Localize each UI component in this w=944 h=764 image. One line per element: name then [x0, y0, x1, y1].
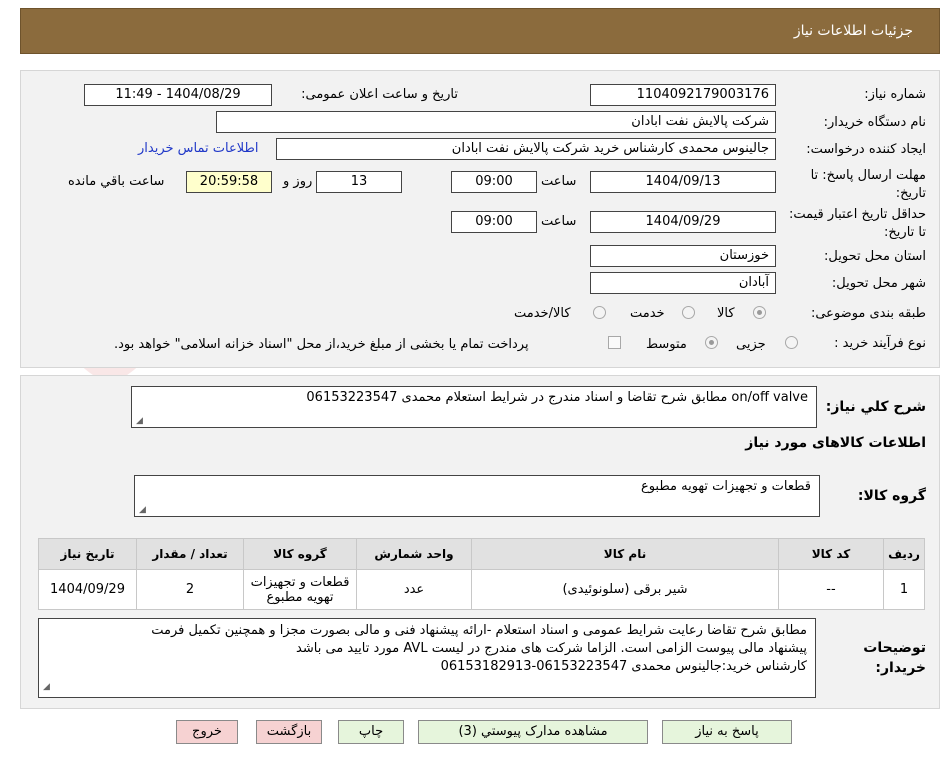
payment-checkbox[interactable]: [608, 336, 621, 349]
validity-time-field: 09:00: [451, 211, 537, 233]
summary-label: شرح کلي نیاز:: [825, 399, 926, 415]
col-header-row: ردیف: [883, 538, 925, 570]
remaining-time-field: 20:59:58: [186, 171, 272, 193]
validity-label: حداقل تاریخ اعتبار قیمت: تا تاریخ:: [788, 207, 926, 240]
validity-time-label: ساعت: [541, 214, 577, 229]
reply-button[interactable]: پاسخ به نیاز: [662, 720, 792, 744]
payment-note: پرداخت تمام یا بخشی از مبلغ خرید،از محل …: [114, 337, 529, 352]
cell-quantity: 2: [136, 569, 244, 610]
announce-label: تاریخ و ساعت اعلان عمومی:: [301, 87, 458, 102]
buyer-notes-label: توضیحات خریدار:: [863, 640, 926, 676]
buyer-notes-line: کارشناس خرید:جالینوس محمدی 06153223547-0…: [440, 659, 807, 674]
category-radio-goods-service[interactable]: [593, 306, 606, 319]
buyer-contact-link[interactable]: اطلاعات تماس خریدار: [138, 141, 258, 156]
cell-code: --: [778, 569, 884, 610]
resize-grip-icon[interactable]: ◢: [139, 505, 146, 515]
deadline-time-label: ساعت: [541, 174, 577, 189]
exit-button[interactable]: خروج: [176, 720, 238, 744]
buyer-org-label: نام دستگاه خریدار:: [823, 115, 926, 130]
print-button[interactable]: چاپ: [338, 720, 404, 744]
col-header-group: گروه کالا: [243, 538, 357, 570]
buyer-notes-line: مطابق شرح تقاضا رعایت شرایط عمومی و اسنا…: [151, 623, 807, 638]
goods-table-header: ردیف کد کالا نام کالا واحد شمارش گروه کا…: [38, 538, 925, 570]
buyer-notes-textarea: مطابق شرح تقاضا رعایت شرایط عمومی و اسنا…: [38, 618, 816, 698]
deadline-label: مهلت ارسال پاسخ: تا تاریخ:: [810, 168, 926, 201]
remaining-label: ساعت باقي مانده: [68, 174, 165, 189]
table-row: 1 -- شیر برقی (سلونوئیدی) عدد قطعات و تج…: [38, 569, 925, 610]
page-title: جزئیات اطلاعات نیاز: [793, 23, 913, 39]
cell-date: 1404/09/29: [38, 569, 137, 610]
cell-group: قطعات و تجهیزات تهویه مطبوع: [243, 569, 357, 610]
resize-grip-icon[interactable]: ◢: [43, 678, 50, 696]
goods-info-title: اطلاعات کالاهای مورد نیاز: [745, 435, 926, 451]
days-field: 13: [316, 171, 402, 193]
category-option-service: خدمت: [630, 306, 665, 321]
category-label: طبقه بندی موضوعی:: [810, 306, 926, 321]
col-header-quantity: تعداد / مقدار: [136, 538, 244, 570]
summary-text: on/off valve مطابق شرح تقاضا و اسناد مند…: [306, 390, 808, 405]
buyer-org-field: شرکت پالایش نفت ابادان: [216, 111, 776, 133]
goods-group-text: قطعات و تجهیزات تهویه مطبوع: [640, 479, 811, 494]
goods-table: ردیف کد کالا نام کالا واحد شمارش گروه کا…: [38, 538, 925, 610]
category-option-goods-service: کالا/خدمت: [514, 306, 571, 321]
deadline-time-field: 09:00: [451, 171, 537, 193]
process-option-minor: جزیی: [736, 337, 766, 352]
category-option-goods: کالا: [717, 306, 735, 321]
goods-group-label: گروه کالا:: [857, 488, 926, 504]
page-header: جزئیات اطلاعات نیاز: [20, 8, 940, 54]
goods-group-textarea: قطعات و تجهیزات تهویه مطبوع ◢: [134, 475, 820, 517]
back-button[interactable]: بازگشت: [256, 720, 322, 744]
process-option-medium: متوسط: [646, 337, 687, 352]
city-label: شهر محل تحویل:: [831, 276, 926, 291]
goods-table-wrapper: ردیف کد کالا نام کالا واحد شمارش گروه کا…: [38, 538, 925, 610]
cell-name: شیر برقی (سلونوئیدی): [471, 569, 779, 610]
col-header-date: تاریخ نیاز: [38, 538, 137, 570]
category-radio-goods[interactable]: [753, 306, 766, 319]
col-header-code: کد کالا: [778, 538, 884, 570]
need-number-label: شماره نیاز:: [864, 87, 926, 102]
buyer-notes-line: پیشنهاد مالی پیوست الزامی است. الزاما شر…: [296, 641, 807, 656]
cell-unit: عدد: [356, 569, 472, 610]
category-radio-service[interactable]: [682, 306, 695, 319]
city-field: آبادان: [590, 272, 776, 294]
validity-date-field: 1404/09/29: [590, 211, 776, 233]
province-field: خوزستان: [590, 245, 776, 267]
col-header-unit: واحد شمارش: [356, 538, 472, 570]
creator-label: ایجاد کننده درخواست:: [806, 142, 926, 157]
days-label: روز و: [283, 174, 313, 189]
cell-row: 1: [883, 569, 925, 610]
process-radio-medium[interactable]: [705, 336, 718, 349]
creator-field: جالینوس محمدی کارشناس خرید شرکت پالایش ن…: [276, 138, 776, 160]
deadline-date-field: 1404/09/13: [590, 171, 776, 193]
summary-textarea: on/off valve مطابق شرح تقاضا و اسناد مند…: [131, 386, 817, 428]
resize-grip-icon[interactable]: ◢: [136, 416, 143, 426]
process-label: نوع فرآیند خرید :: [834, 336, 926, 351]
province-label: استان محل تحویل:: [824, 249, 926, 264]
view-attachments-button[interactable]: مشاهده مدارک پیوستي (3): [418, 720, 648, 744]
announce-field: 1404/08/29 - 11:49: [84, 84, 272, 106]
process-radio-minor[interactable]: [785, 336, 798, 349]
col-header-name: نام کالا: [471, 538, 779, 570]
need-number-field: 1104092179003176: [590, 84, 776, 106]
